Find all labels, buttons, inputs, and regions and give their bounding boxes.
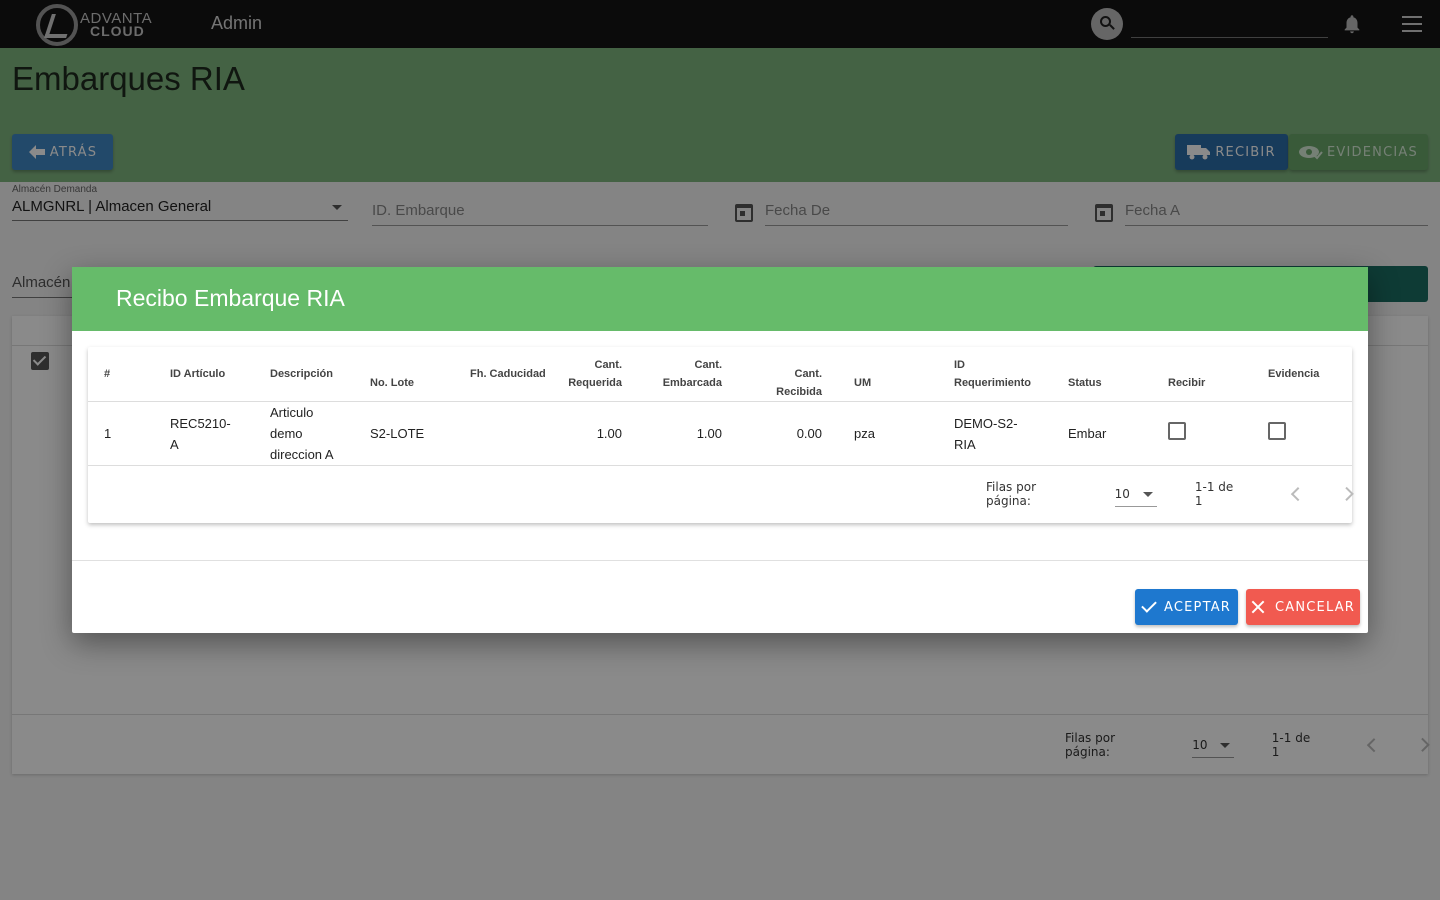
- col-header-um[interactable]: UM: [838, 347, 938, 402]
- recibo-table-header-row: # ID Artículo Descripción No. Lote Fh. C…: [88, 347, 1352, 402]
- cell-no-lote: S2-LOTE: [354, 401, 454, 466]
- col-header-cant-requerida[interactable]: Cant. Requerida: [550, 347, 638, 402]
- col-header-id-requerimiento[interactable]: ID Requerimiento: [938, 347, 1052, 402]
- recibir-checkbox[interactable]: [1168, 421, 1186, 440]
- cell-status: Embar: [1052, 401, 1152, 466]
- recibo-table: # ID Artículo Descripción No. Lote Fh. C…: [88, 347, 1352, 466]
- rows-per-page-label: Filas por página:: [986, 480, 1037, 508]
- rows-per-page-value: 10: [1114, 487, 1130, 501]
- col-header-recibir[interactable]: Recibir: [1152, 347, 1252, 402]
- col-header-num[interactable]: #: [88, 347, 154, 402]
- col-header-status[interactable]: Status: [1052, 347, 1152, 402]
- cell-id-articulo: REC5210-A: [154, 401, 254, 466]
- col-header-cant-recibida[interactable]: Cant. Recibida: [738, 347, 838, 402]
- cell-um: pza: [838, 401, 938, 466]
- accept-button-label: Aceptar: [1163, 599, 1232, 615]
- rows-per-page-select[interactable]: 10: [1114, 481, 1157, 507]
- cell-cant-embarcada: 1.00: [638, 401, 738, 466]
- recibo-pagination: Filas por página: 10 1-1 de 1: [986, 480, 1355, 508]
- dialog-title: Recibo Embarque RIA: [116, 285, 345, 311]
- col-header-id-articulo[interactable]: ID Artículo: [154, 347, 254, 402]
- cell-fh-caducidad: [454, 401, 550, 466]
- dialog-divider: [72, 560, 1368, 561]
- recibo-table-card: # ID Artículo Descripción No. Lote Fh. C…: [88, 347, 1355, 523]
- check-icon: [1141, 597, 1157, 613]
- cancel-button-label: Cancelar: [1274, 599, 1356, 615]
- col-header-descripcion[interactable]: Descripción: [254, 347, 354, 402]
- cancel-button[interactable]: Cancelar: [1246, 589, 1360, 625]
- recibo-embarque-dialog: Recibo Embarque RIA # ID Artículo Descri…: [72, 267, 1368, 633]
- col-header-evidencia[interactable]: Evidencia: [1252, 347, 1352, 402]
- accept-button[interactable]: Aceptar: [1135, 589, 1238, 625]
- evidencia-checkbox[interactable]: [1268, 421, 1286, 440]
- cell-recibir: [1152, 401, 1252, 466]
- cell-num: 1: [88, 401, 154, 466]
- col-header-fh-caducidad[interactable]: Fh. Caducidad: [454, 347, 550, 402]
- cell-evidencia: [1252, 401, 1352, 466]
- close-icon: [1251, 600, 1265, 614]
- table-row: 1 REC5210-A Articulo demo direccion A S2…: [88, 401, 1352, 466]
- chevron-right-icon[interactable]: [1340, 487, 1355, 501]
- cell-cant-recibida: 0.00: [738, 401, 838, 466]
- cell-id-requerimiento: DEMO-S2-RIA: [938, 401, 1052, 466]
- cell-descripcion: Articulo demo direccion A: [254, 401, 354, 466]
- chevron-left-icon[interactable]: [1290, 487, 1305, 501]
- col-header-cant-embarcada[interactable]: Cant. Embarcada: [638, 347, 738, 402]
- caret-down-icon: [1142, 492, 1153, 497]
- col-header-no-lote[interactable]: No. Lote: [354, 347, 454, 402]
- pagination-range: 1-1 de 1: [1194, 480, 1234, 508]
- cell-cant-requerida: 1.00: [550, 401, 638, 466]
- dialog-header: Recibo Embarque RIA: [72, 267, 1368, 331]
